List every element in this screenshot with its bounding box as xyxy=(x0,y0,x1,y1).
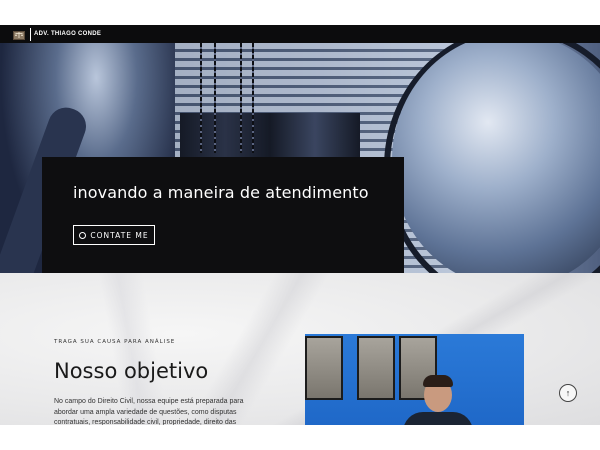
brand-name[interactable]: ADV. THIAGO CONDE xyxy=(34,31,101,37)
hero-title: inovando a maneira de atendimento xyxy=(73,183,369,202)
hero-text-panel xyxy=(42,157,404,273)
scales-of-justice-logo-icon[interactable] xyxy=(12,28,26,40)
lawyer-photo xyxy=(305,334,524,425)
contact-me-label: CONTATE ME xyxy=(90,230,149,240)
contact-me-button[interactable]: CONTATE ME xyxy=(73,225,155,245)
scale-chain xyxy=(252,43,254,153)
scale-chain xyxy=(214,43,216,153)
wall-frame xyxy=(357,336,395,400)
whatsapp-icon xyxy=(79,231,87,239)
wall-frame xyxy=(305,336,343,400)
page: ADV. THIAGO CONDE inovando a maneira de … xyxy=(0,0,600,450)
logo-divider xyxy=(30,27,31,41)
top-nav-bar: ADV. THIAGO CONDE xyxy=(0,25,600,43)
section-title: Nosso objetivo xyxy=(54,359,209,383)
arrow-up-icon: ↑ xyxy=(565,387,571,398)
person-body xyxy=(403,412,473,425)
globe xyxy=(392,43,600,273)
person-hair xyxy=(423,375,453,387)
scale-chain xyxy=(200,43,202,153)
section-body-text: No campo do Direito Civil, nossa equipe … xyxy=(54,398,244,425)
scroll-to-top-button[interactable]: ↑ xyxy=(559,384,577,402)
scale-chain xyxy=(240,43,242,153)
section-eyebrow: TRAGA SUA CAUSA PARA ANÁLISE xyxy=(54,339,176,345)
